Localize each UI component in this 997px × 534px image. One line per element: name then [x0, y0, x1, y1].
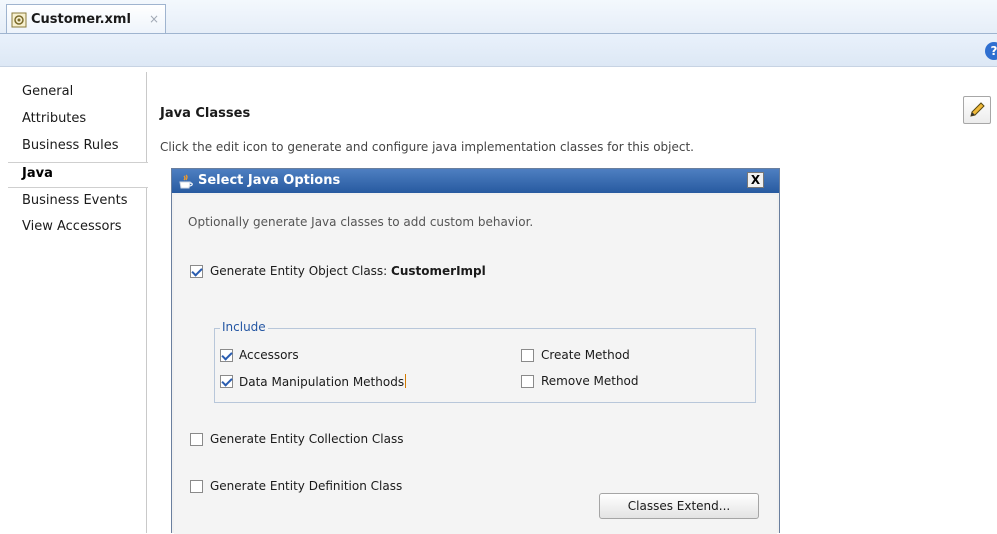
nav-item-business-rules[interactable]: Business Rules — [22, 138, 119, 153]
help-icon[interactable]: ? — [985, 42, 997, 60]
java-cup-icon — [177, 173, 194, 190]
include-group — [214, 328, 756, 403]
nav-item-view-accessors[interactable]: View Accessors — [22, 219, 122, 234]
generate-entity-object-label[interactable]: Generate Entity Object Class: CustomerIm… — [210, 264, 486, 278]
entity-object-class-name: CustomerImpl — [391, 264, 486, 278]
editor-toolbar: ? — [0, 34, 997, 67]
data-manipulation-label-text: Data Manipulation Methods — [239, 375, 405, 389]
generate-collection-class-checkbox[interactable] — [190, 433, 203, 446]
include-legend: Include — [220, 320, 268, 334]
entity-object-label-text: Generate Entity Object Class: — [210, 264, 392, 278]
nav-item-java[interactable]: Java — [22, 166, 53, 181]
remove-method-label[interactable]: Remove Method — [541, 374, 639, 388]
create-method-checkbox[interactable] — [521, 349, 534, 362]
generate-collection-class-label[interactable]: Generate Entity Collection Class — [210, 432, 403, 446]
data-manipulation-label[interactable]: Data Manipulation Methods — [239, 374, 407, 389]
accessors-label[interactable]: Accessors — [239, 348, 299, 362]
nav-item-general[interactable]: General — [22, 84, 73, 99]
dialog-close-button[interactable]: X — [747, 172, 764, 188]
tab-close-icon[interactable]: × — [149, 12, 159, 26]
editor-tab-strip: Customer.xml × — [0, 0, 997, 34]
section-description: Click the edit icon to generate and conf… — [160, 140, 694, 154]
remove-method-checkbox[interactable] — [521, 375, 534, 388]
data-manipulation-checkbox[interactable] — [220, 375, 233, 388]
dialog-title: Select Java Options — [198, 173, 341, 188]
dialog-description: Optionally generate Java classes to add … — [188, 215, 534, 229]
classes-extend-button[interactable]: Classes Extend... — [599, 493, 759, 519]
generate-definition-class-checkbox[interactable] — [190, 480, 203, 493]
generate-definition-class-label[interactable]: Generate Entity Definition Class — [210, 479, 402, 493]
accessors-checkbox[interactable] — [220, 349, 233, 362]
generate-entity-object-checkbox[interactable] — [190, 265, 203, 278]
nav-item-attributes[interactable]: Attributes — [22, 111, 86, 126]
tab-title: Customer.xml — [31, 12, 131, 27]
tab-customer-xml[interactable]: Customer.xml × — [6, 4, 166, 33]
create-method-label[interactable]: Create Method — [541, 348, 630, 362]
xml-file-icon — [11, 12, 27, 28]
nav-item-business-events[interactable]: Business Events — [22, 193, 127, 208]
edit-button[interactable] — [963, 96, 991, 124]
text-caret — [405, 374, 407, 388]
select-java-options-dialog: Select Java Options X Optionally generat… — [171, 168, 780, 534]
section-title: Java Classes — [160, 106, 251, 121]
dialog-titlebar[interactable]: Select Java Options X — [172, 169, 779, 193]
dialog-body: Optionally generate Java classes to add … — [174, 195, 777, 534]
